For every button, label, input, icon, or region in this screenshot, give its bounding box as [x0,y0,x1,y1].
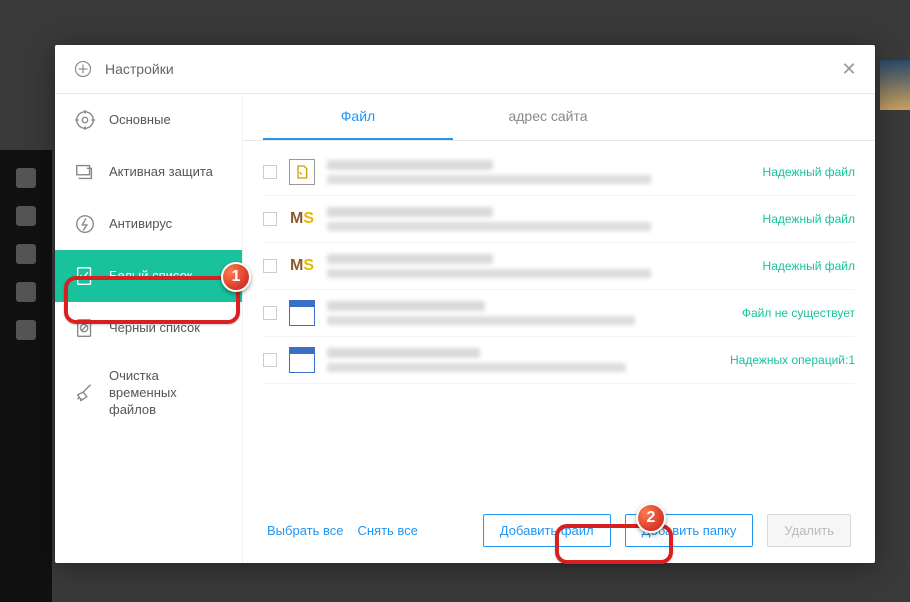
list-item: MS Надежный файл [263,243,855,290]
add-folder-button[interactable]: Добавить папку [625,514,754,547]
add-file-button[interactable]: Добавить файл [483,514,611,547]
sidebar-item-label: Основные [109,112,224,129]
file-info [327,348,710,372]
delete-button[interactable]: Удалить [767,514,851,547]
row-checkbox[interactable] [263,259,277,273]
main-panel: Файл адрес сайта Надежный файл MS Надежн… [243,94,875,563]
dialog-title: Настройки [105,61,174,77]
file-info [327,160,743,184]
sidebar-item-label: Черный список [109,320,224,337]
status-badge: Надежный файл [763,165,855,179]
broom-icon [73,381,97,405]
select-all-link[interactable]: Выбрать все [267,523,343,538]
row-checkbox[interactable] [263,212,277,226]
status-badge: Файл не существует [742,306,855,320]
file-info [327,254,743,278]
row-checkbox[interactable] [263,306,277,320]
status-badge: Надежный файл [763,212,855,226]
sidebar-item-cleanup[interactable]: Очистка временных файлов [55,354,242,433]
sidebar-item-label: Белый список [109,268,224,285]
file-type-icon [289,300,315,326]
sidebar-item-label: Очистка временных файлов [109,368,224,419]
list-item: Надежных операций:1 [263,337,855,384]
footer: Выбрать все Снять все Добавить файл Доба… [243,498,875,563]
sidebar-item-general[interactable]: Основные [55,94,242,146]
list-item: MS Надежный файл [263,196,855,243]
sidebar-item-whitelist[interactable]: Белый список [55,250,242,302]
list-block-icon [73,316,97,340]
row-checkbox[interactable] [263,165,277,179]
status-badge: Надежных операций:1 [730,353,855,367]
sidebar-item-label: Антивирус [109,216,224,233]
tab-site[interactable]: адрес сайта [453,94,643,140]
file-type-icon: MS [289,253,315,279]
close-button[interactable]: ✕ [839,59,859,80]
shield-check-icon [73,160,97,184]
settings-dialog: Настройки ✕ Основные Активная защита Ант… [55,45,875,563]
sidebar-item-antivirus[interactable]: Антивирус [55,198,242,250]
list-check-icon [73,264,97,288]
file-info [327,207,743,231]
sidebar-item-blacklist[interactable]: Черный список [55,302,242,354]
row-checkbox[interactable] [263,353,277,367]
bolt-icon [73,212,97,236]
file-type-icon [289,347,315,373]
gear-icon [73,108,97,132]
file-type-icon [289,159,315,185]
settings-icon [71,57,95,81]
status-badge: Надежный файл [763,259,855,273]
file-type-icon: MS [289,206,315,232]
tabs: Файл адрес сайта [243,94,875,141]
list-item: Файл не существует [263,290,855,337]
tab-file[interactable]: Файл [263,94,453,140]
sidebar-item-protection[interactable]: Активная защита [55,146,242,198]
list-item: Надежный файл [263,149,855,196]
deselect-all-link[interactable]: Снять все [357,523,417,538]
file-info [327,301,722,325]
sidebar: Основные Активная защита Антивирус Белый… [55,94,243,563]
sidebar-item-label: Активная защита [109,164,224,181]
dialog-header: Настройки ✕ [55,45,875,94]
file-list: Надежный файл MS Надежный файл MS Надежн… [243,141,875,498]
